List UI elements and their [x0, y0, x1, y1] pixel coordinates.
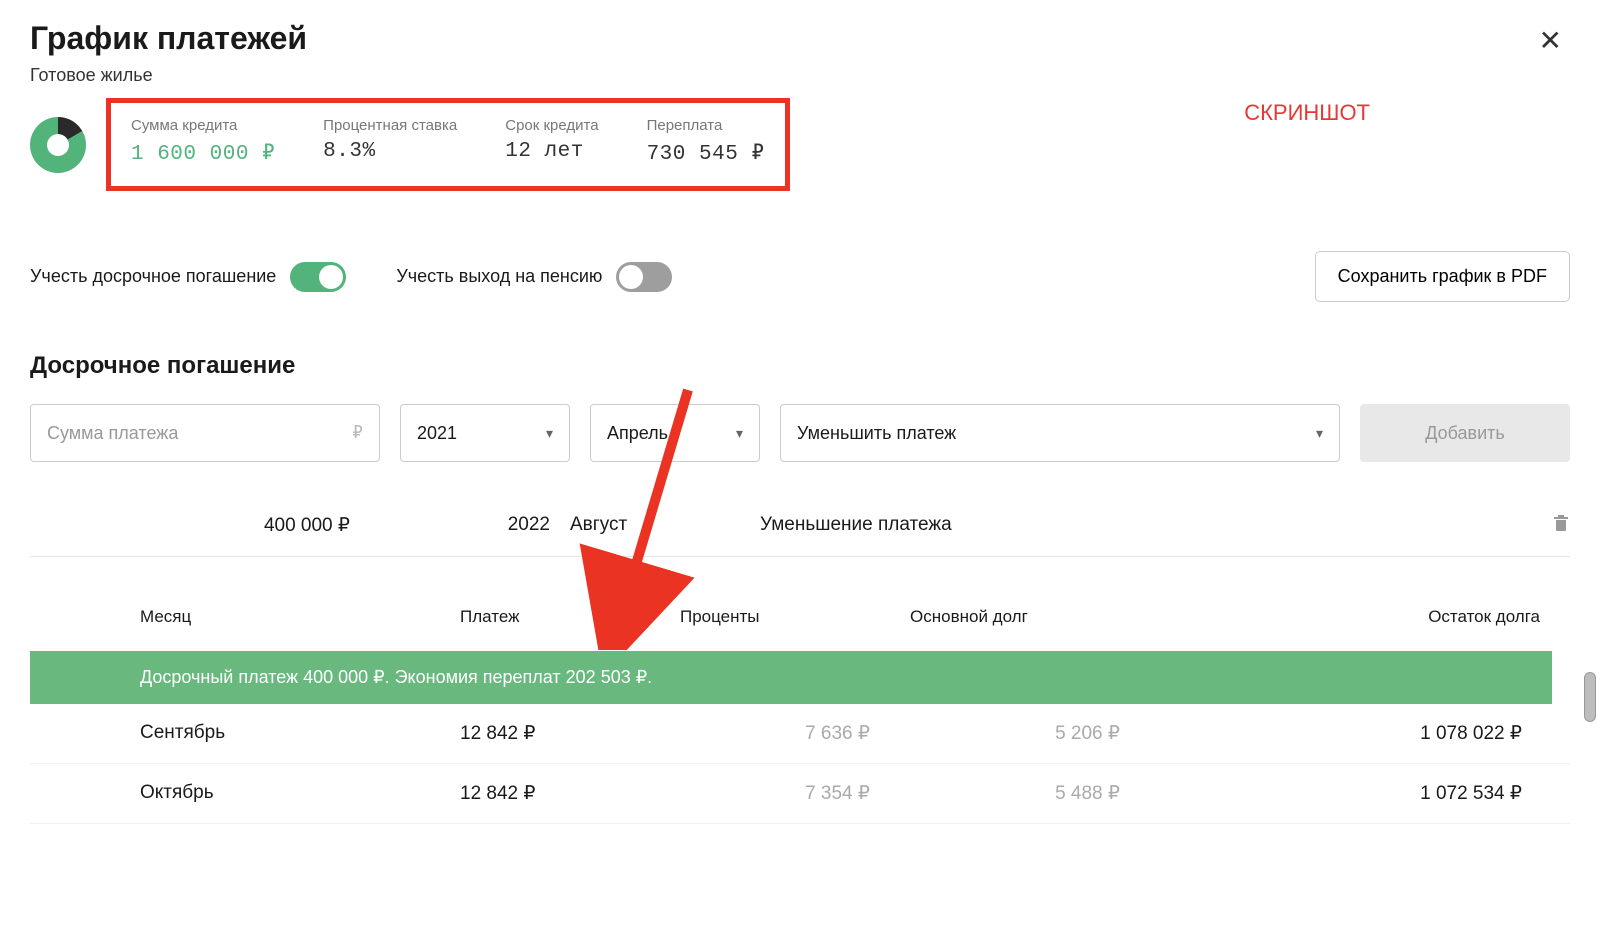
stat-value: 12 лет: [505, 140, 598, 163]
toggle-pension[interactable]: [616, 262, 672, 292]
chevron-down-icon: ▾: [546, 425, 553, 442]
payment-amount-input[interactable]: Сумма платежа ₽: [30, 404, 380, 462]
toggle-early-label: Учесть досрочное погашение: [30, 266, 276, 287]
toggle-pension-label: Учесть выход на пенсию: [396, 266, 602, 287]
cell-interest: 7 354 ₽: [680, 782, 910, 805]
stat-label: Процентная ставка: [323, 117, 457, 134]
stat-value: 1 600 000 ₽: [131, 140, 275, 166]
trash-icon[interactable]: [1552, 516, 1570, 537]
cell-payment: 12 842 ₽: [460, 782, 680, 805]
stat-term: Срок кредита 12 лет: [505, 117, 598, 166]
col-balance: Остаток долга: [1140, 607, 1570, 627]
amount-placeholder: Сумма платежа: [47, 423, 178, 444]
stat-value: 730 545 ₽: [647, 140, 765, 166]
early-repayment-title: Досрочное погашение: [30, 352, 1570, 380]
summary-highlight-box: Сумма кредита 1 600 000 ₽ Процентная ста…: [106, 98, 790, 191]
cell-balance: 1 078 022 ₽: [1140, 722, 1570, 745]
year-value: 2021: [417, 423, 457, 444]
table-row: Сентябрь 12 842 ₽ 7 636 ₽ 5 206 ₽ 1 078 …: [30, 704, 1570, 764]
cell-principal: 5 206 ₽: [910, 722, 1140, 745]
cell-balance: 1 072 534 ₽: [1140, 782, 1570, 805]
close-icon: ✕: [1539, 25, 1562, 56]
existing-early-payment-row: 400 000 ₽ 2022 Август Уменьшение платежа: [30, 512, 1570, 557]
existing-type: Уменьшение платежа: [760, 514, 1530, 536]
col-interest: Проценты: [680, 607, 910, 627]
chevron-down-icon: ▾: [1316, 425, 1323, 442]
cell-interest: 7 636 ₽: [680, 722, 910, 745]
col-principal: Основной долг: [910, 607, 1140, 627]
ruble-icon: ₽: [352, 422, 363, 444]
existing-month: Август: [570, 514, 760, 536]
month-value: Апрель: [607, 423, 668, 444]
page-title: График платежей: [30, 20, 307, 57]
page-subtitle: Готовое жилье: [30, 65, 307, 86]
stat-overpayment: Переплата 730 545 ₽: [647, 117, 765, 166]
stat-label: Срок кредита: [505, 117, 598, 134]
save-pdf-button[interactable]: Сохранить график в PDF: [1315, 251, 1570, 302]
stat-value: 8.3%: [323, 140, 457, 163]
stat-label: Переплата: [647, 117, 765, 134]
scrollbar-thumb[interactable]: [1584, 672, 1596, 722]
existing-year: 2022: [380, 514, 570, 536]
chevron-down-icon: ▾: [736, 425, 743, 442]
toggle-early-repayment[interactable]: [290, 262, 346, 292]
stat-loan-amount: Сумма кредита 1 600 000 ₽: [131, 117, 275, 166]
col-month: Месяц: [140, 607, 460, 627]
loan-donut-chart: [30, 117, 86, 173]
cell-month: Октябрь: [140, 782, 460, 805]
type-value: Уменьшить платеж: [797, 423, 956, 444]
cell-payment: 12 842 ₽: [460, 722, 680, 745]
reduction-type-select[interactable]: Уменьшить платеж ▾: [780, 404, 1340, 462]
stat-label: Сумма кредита: [131, 117, 275, 134]
col-payment: Платеж: [460, 607, 680, 627]
payment-schedule-table: Месяц Платеж Проценты Основной долг Оста…: [30, 607, 1570, 824]
cell-principal: 5 488 ₽: [910, 782, 1140, 805]
month-select[interactable]: Апрель ▾: [590, 404, 760, 462]
existing-amount: 400 000 ₽: [30, 514, 380, 537]
early-payment-banner: Досрочный платеж 400 000 ₽. Экономия пер…: [30, 651, 1552, 704]
year-select[interactable]: 2021 ▾: [400, 404, 570, 462]
add-payment-button[interactable]: Добавить: [1360, 404, 1570, 462]
stat-rate: Процентная ставка 8.3%: [323, 117, 457, 166]
close-button[interactable]: ✕: [1531, 20, 1570, 61]
cell-month: Сентябрь: [140, 722, 460, 745]
table-row: Октябрь 12 842 ₽ 7 354 ₽ 5 488 ₽ 1 072 5…: [30, 764, 1570, 824]
